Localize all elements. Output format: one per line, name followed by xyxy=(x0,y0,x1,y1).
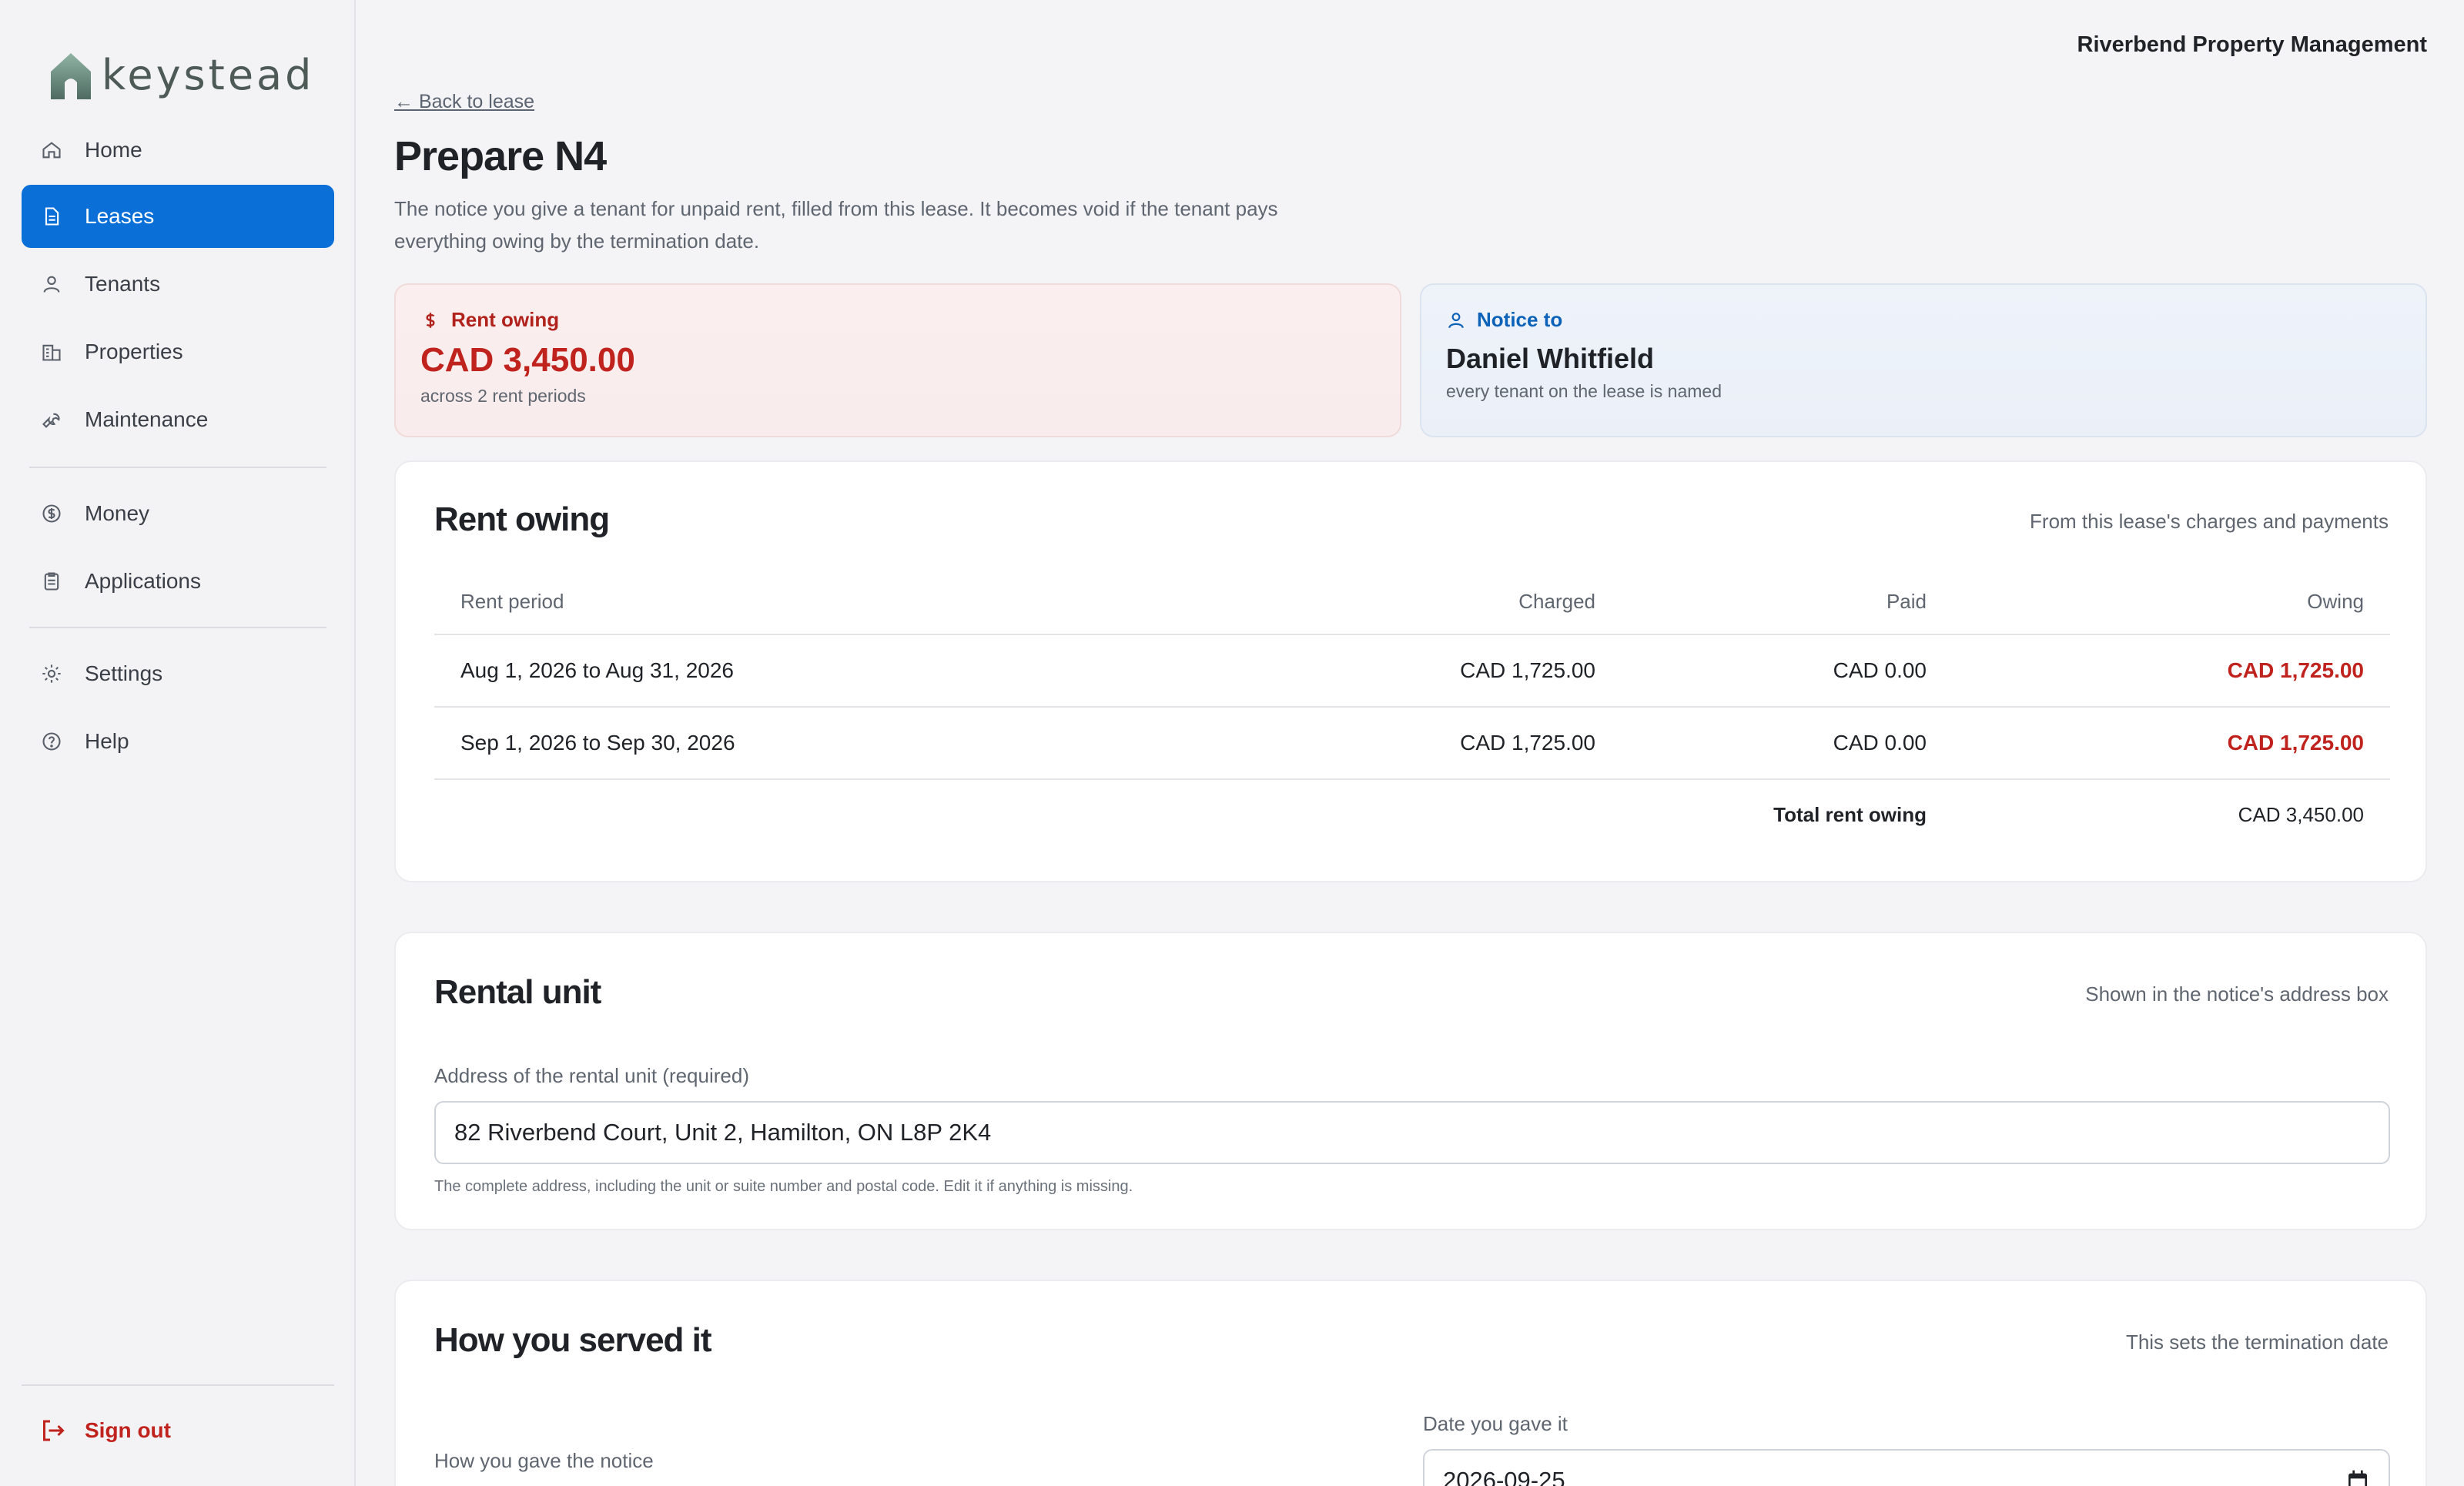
table-header-row: Rent period Charged Paid Owing xyxy=(434,570,2390,635)
paid-cell: CAD 0.00 xyxy=(1622,634,1953,708)
card-label: Rent owing xyxy=(420,308,1375,332)
sidebar-item-label: Home xyxy=(85,138,142,162)
sidebar-item-money[interactable]: Money xyxy=(22,482,334,545)
dollar-circle-icon xyxy=(40,502,63,525)
panel-note: This sets the termination date xyxy=(2125,1330,2389,1354)
rent-owing-subtext: across 2 rent periods xyxy=(420,386,586,406)
charged-cell: CAD 1,725.00 xyxy=(1344,634,1622,708)
total-label: Total rent owing xyxy=(1773,803,1927,826)
address-field-help: The complete address, including the unit… xyxy=(434,1178,1133,1195)
sidebar-item-label: Properties xyxy=(85,340,183,363)
brand-name: keystead xyxy=(102,50,315,99)
sidebar-item-label: Applications xyxy=(85,569,201,593)
card-label-text: Notice to xyxy=(1477,308,1563,331)
sign-out-icon xyxy=(38,1417,66,1444)
total-row: Total rent owing CAD 3,450.00 xyxy=(434,779,2390,850)
column-header: Paid xyxy=(1622,570,1953,635)
panel-note: Shown in the notice's address box xyxy=(2085,982,2389,1006)
sign-out-button[interactable]: Sign out xyxy=(22,1400,334,1461)
page-title: Prepare N4 xyxy=(394,133,607,179)
tenant-name: Daniel Whitfield xyxy=(1446,343,1654,374)
owing-cell: CAD 1,725.00 xyxy=(1953,634,2390,708)
service-method-label: How you gave the notice xyxy=(434,1449,654,1472)
rent-owing-summary-card: Rent owing CAD 3,450.00 across 2 rent pe… xyxy=(394,283,1401,437)
nav-divider xyxy=(22,1384,334,1386)
nav-divider xyxy=(29,627,326,628)
sidebar-item-help[interactable]: Help xyxy=(22,710,334,773)
how-served-panel: How you served it This sets the terminat… xyxy=(394,1280,2427,1486)
sidebar: keystead Home Leases Tenants Properties … xyxy=(0,0,356,1486)
document-icon xyxy=(40,205,63,228)
person-icon xyxy=(40,273,63,296)
owing-cell: CAD 1,725.00 xyxy=(1953,707,2390,780)
panel-title: Rent owing xyxy=(434,500,610,538)
table-row: Aug 1, 2026 to Aug 31, 2026 CAD 1,725.00… xyxy=(434,634,2390,708)
notice-to-summary-card: Notice to Daniel Whitfield every tenant … xyxy=(1420,283,2427,437)
person-icon xyxy=(1448,312,1464,328)
sidebar-item-properties[interactable]: Properties xyxy=(22,320,334,383)
charged-cell: CAD 1,725.00 xyxy=(1344,707,1622,780)
total-value: CAD 3,450.00 xyxy=(2238,803,2364,826)
back-to-lease-link[interactable]: ← Back to lease xyxy=(394,91,534,113)
column-header: Owing xyxy=(1953,570,2390,635)
sidebar-item-applications[interactable]: Applications xyxy=(22,550,334,613)
empty-cell xyxy=(434,779,1344,850)
service-date-label: Date you gave it xyxy=(1423,1412,1568,1435)
sidebar-item-label: Tenants xyxy=(85,272,161,296)
sidebar-item-label: Settings xyxy=(85,661,163,685)
sidebar-item-settings[interactable]: Settings xyxy=(22,642,334,705)
rent-owing-panel: Rent owing From this lease's charges and… xyxy=(394,460,2427,882)
sidebar-item-home[interactable]: Home xyxy=(22,119,334,182)
sidebar-item-leases[interactable]: Leases xyxy=(22,185,334,248)
panel-title: How you served it xyxy=(434,1321,712,1359)
sidebar-item-tenants[interactable]: Tenants xyxy=(22,253,334,316)
gear-icon xyxy=(40,662,63,685)
card-label: Notice to xyxy=(1446,308,2401,332)
wrench-icon xyxy=(40,408,63,431)
column-header: Rent period xyxy=(434,570,1344,635)
question-circle-icon xyxy=(40,730,63,753)
column-header: Charged xyxy=(1344,570,1622,635)
paid-cell: CAD 0.00 xyxy=(1622,707,1953,780)
panel-title: Rental unit xyxy=(434,973,601,1011)
house-key-logo-icon xyxy=(51,53,91,99)
notice-subtext: every tenant on the lease is named xyxy=(1446,381,1722,401)
sidebar-item-label: Help xyxy=(85,729,129,753)
panel-note: From this lease's charges and payments xyxy=(2030,510,2389,533)
empty-cell xyxy=(1344,779,1622,850)
nav-divider xyxy=(29,467,326,468)
dollar-icon xyxy=(426,312,435,328)
rent-period-cell: Sep 1, 2026 to Sep 30, 2026 xyxy=(434,707,1344,780)
sidebar-item-label: Leases xyxy=(85,204,155,228)
card-label-text: Rent owing xyxy=(451,308,560,331)
sign-out-label: Sign out xyxy=(85,1418,171,1442)
sidebar-item-label: Maintenance xyxy=(85,407,209,431)
clipboard-icon xyxy=(40,570,63,593)
address-field-label: Address of the rental unit (required) xyxy=(434,1064,749,1087)
home-icon xyxy=(40,139,63,162)
sidebar-item-label: Money xyxy=(85,501,150,525)
rent-owing-amount: CAD 3,450.00 xyxy=(420,341,635,379)
organization-name[interactable]: Riverbend Property Management xyxy=(2077,32,2427,58)
rent-owing-table: Rent period Charged Paid Owing Aug 1, 20… xyxy=(434,570,2390,850)
table-row: Sep 1, 2026 to Sep 30, 2026 CAD 1,725.00… xyxy=(434,707,2390,780)
calendar-icon[interactable] xyxy=(2345,1468,2370,1486)
rental-address-input[interactable]: 82 Riverbend Court, Unit 2, Hamilton, ON… xyxy=(434,1101,2390,1164)
service-date-input[interactable]: 2026-09-25 xyxy=(1423,1449,2390,1486)
brand-logo[interactable]: keystead xyxy=(46,48,314,102)
sidebar-item-maintenance[interactable]: Maintenance xyxy=(22,388,334,451)
rental-unit-panel: Rental unit Shown in the notice's addres… xyxy=(394,932,2427,1230)
rent-period-cell: Aug 1, 2026 to Aug 31, 2026 xyxy=(434,634,1344,708)
page-description: The notice you give a tenant for unpaid … xyxy=(394,197,1278,253)
service-date-value: 2026-09-25 xyxy=(1443,1467,1565,1486)
building-icon xyxy=(40,340,63,363)
